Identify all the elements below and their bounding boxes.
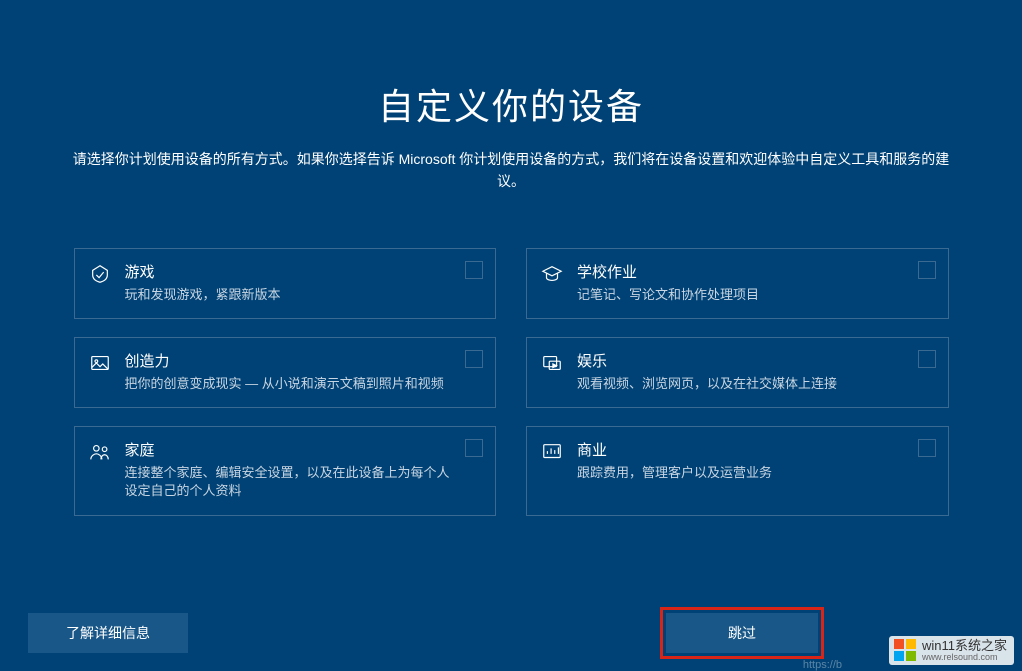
option-school[interactable]: 学校作业 记笔记、写论文和协作处理项目 [526,248,949,319]
page-subtitle: 请选择你计划使用设备的所有方式。如果你选择告诉 Microsoft 你计划使用设… [71,148,951,193]
family-icon [89,441,111,463]
option-desc: 观看视频、浏览网页，以及在社交媒体上连接 [577,375,906,393]
checkbox[interactable] [918,261,936,279]
option-gaming[interactable]: 游戏 玩和发现游戏，紧跟新版本 [74,248,497,319]
option-title: 学校作业 [577,261,906,282]
option-desc: 连接整个家庭、编辑安全设置，以及在此设备上为每个人设定自己的个人资料 [125,464,454,500]
faint-url: https://b [803,659,842,671]
school-icon [541,263,563,285]
option-title: 娱乐 [577,350,906,371]
footer: 了解详细信息 跳过 [0,607,1022,659]
options-grid: 游戏 玩和发现游戏，紧跟新版本 学校作业 记笔记、写论文和协作处理项目 创造力 … [64,248,959,516]
option-entertainment[interactable]: 娱乐 观看视频、浏览网页，以及在社交媒体上连接 [526,337,949,408]
option-creativity[interactable]: 创造力 把你的创意变成现实 — 从小说和演示文稿到照片和视频 [74,337,497,408]
game-icon [89,263,111,285]
watermark-url: www.relsound.com [922,653,1007,662]
checkbox[interactable] [465,350,483,368]
option-desc: 玩和发现游戏，紧跟新版本 [125,286,454,304]
option-title: 家庭 [125,439,454,460]
business-icon [541,441,563,463]
checkbox[interactable] [918,350,936,368]
option-title: 游戏 [125,261,454,282]
skip-button[interactable]: 跳过 [666,613,818,653]
skip-highlight: 跳过 [660,607,824,659]
watermark: win11系统之家 www.relsound.com [889,636,1014,665]
entertainment-icon [541,352,563,374]
option-desc: 跟踪费用，管理客户以及运营业务 [577,464,906,482]
creativity-icon [89,352,111,374]
win-logo-icon [894,639,916,661]
option-business[interactable]: 商业 跟踪费用，管理客户以及运营业务 [526,426,949,515]
checkbox[interactable] [465,439,483,457]
learn-more-button[interactable]: 了解详细信息 [28,613,188,653]
checkbox[interactable] [918,439,936,457]
option-desc: 把你的创意变成现实 — 从小说和演示文稿到照片和视频 [125,375,454,393]
checkbox[interactable] [465,261,483,279]
header: 自定义你的设备 请选择你计划使用设备的所有方式。如果你选择告诉 Microsof… [0,0,1022,193]
page-title: 自定义你的设备 [0,78,1022,130]
option-family[interactable]: 家庭 连接整个家庭、编辑安全设置，以及在此设备上为每个人设定自己的个人资料 [74,426,497,515]
watermark-brand: win11系统之家 [922,639,1007,653]
option-desc: 记笔记、写论文和协作处理项目 [577,286,906,304]
option-title: 商业 [577,439,906,460]
option-title: 创造力 [125,350,454,371]
